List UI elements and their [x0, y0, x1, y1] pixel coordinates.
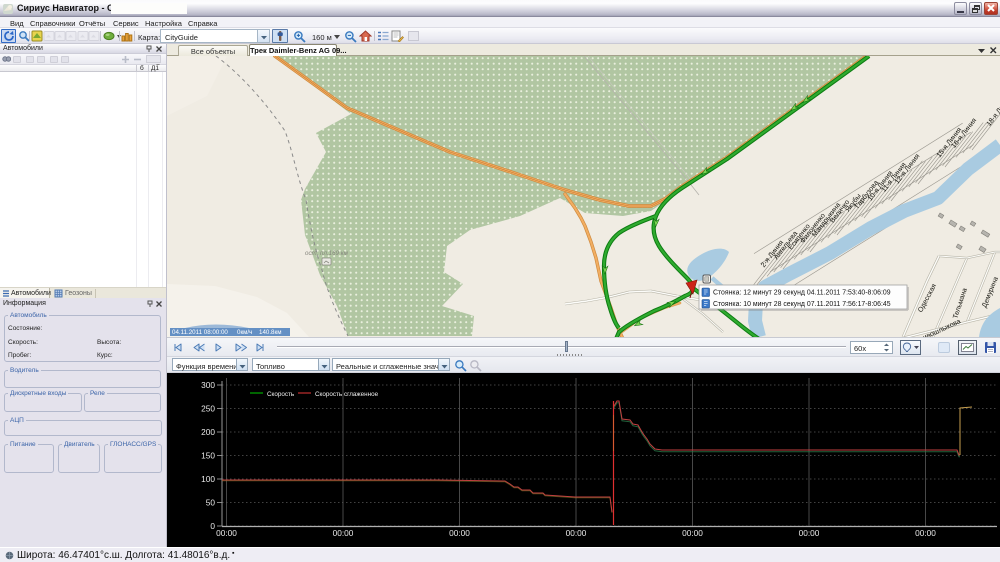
svg-text:300: 300: [201, 380, 215, 390]
svg-text:0км/ч: 0км/ч: [237, 329, 252, 336]
svg-text:150: 150: [201, 451, 215, 461]
svg-text:0: 0: [210, 521, 215, 531]
svg-text:250: 250: [201, 404, 215, 414]
svg-text:00:00: 00:00: [333, 528, 354, 538]
svg-text:100: 100: [201, 474, 215, 484]
svg-text:00:00: 00:00: [799, 528, 820, 538]
svg-text:Скорость сглаженное: Скорость сглаженное: [315, 391, 379, 398]
svg-text:200: 200: [201, 427, 215, 437]
svg-text:00:00: 00:00: [449, 528, 470, 538]
svg-text:50: 50: [206, 498, 216, 508]
svg-text:00:00: 00:00: [216, 528, 237, 538]
svg-text:Скорость: Скорость: [267, 391, 295, 398]
svg-text:ост. пл.169 км: ост. пл.169 км: [305, 250, 349, 257]
svg-text:04.11.2011 08:00:00: 04.11.2011 08:00:00: [172, 329, 228, 336]
svg-text:00:00: 00:00: [682, 528, 703, 538]
svg-text:140.8км: 140.8км: [259, 329, 281, 336]
svg-text:Стоянка: 10 минут 28 секунд 07: Стоянка: 10 минут 28 секунд 07.11.2011 7…: [713, 301, 891, 308]
svg-text:Стоянка: 12 минут 29 секунд 04: Стоянка: 12 минут 29 секунд 04.11.2011 7…: [713, 290, 891, 297]
svg-text:00:00: 00:00: [915, 528, 936, 538]
svg-text:00:00: 00:00: [566, 528, 587, 538]
